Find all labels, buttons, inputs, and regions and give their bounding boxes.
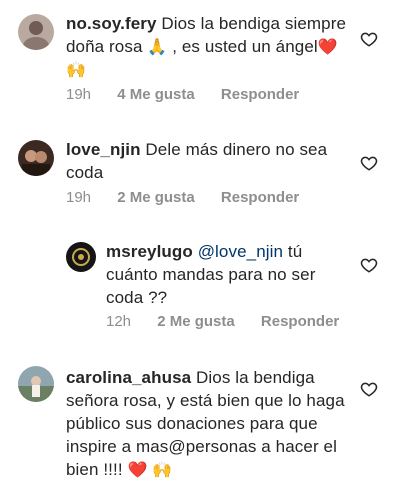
comment-meta: 19h 4 Me gusta Responder xyxy=(66,86,321,104)
reply-button[interactable]: Responder xyxy=(261,313,339,330)
avatar[interactable] xyxy=(18,140,54,176)
praying-hands-emoji-icon: 🙏 xyxy=(147,37,168,56)
reply-button[interactable]: Responder xyxy=(221,86,299,103)
heart-outline-icon[interactable] xyxy=(360,154,378,172)
raising-hands-emoji-icon: 🙌 xyxy=(66,60,87,79)
comment-meta: 12h 2 Me gusta Responder xyxy=(106,313,361,331)
comment-text: love_njin Dele más dinero no sea coda xyxy=(66,138,356,184)
comment-text: no.soy.fery Dios la bendiga siempre doña… xyxy=(66,12,356,81)
comment-text: msreylugo @love_njin tú cuánto mandas pa… xyxy=(106,240,356,309)
red-heart-emoji-icon: ❤️ xyxy=(317,37,338,56)
comment-username[interactable]: carolina_ahusa xyxy=(66,368,191,387)
avatar[interactable] xyxy=(18,14,54,50)
avatar[interactable] xyxy=(66,242,96,272)
heart-outline-icon[interactable] xyxy=(360,30,378,48)
comment-text: carolina_ahusa Dios la bendiga señora ro… xyxy=(66,366,361,481)
heart-outline-icon[interactable] xyxy=(360,256,378,274)
comment-time: 19h xyxy=(66,189,92,206)
comment-username[interactable]: love_njin xyxy=(66,140,141,159)
raising-hands-emoji-icon: 🙌 xyxy=(152,460,173,479)
comment-meta: 19h 2 Me gusta Responder xyxy=(66,189,321,207)
red-heart-emoji-icon: ❤️ xyxy=(127,460,148,479)
avatar[interactable] xyxy=(18,366,54,402)
comment-time: 19h xyxy=(66,86,92,103)
comment-likes[interactable]: 2 Me gusta xyxy=(117,189,195,206)
mention-link[interactable]: @love_njin xyxy=(198,242,283,261)
comment-likes[interactable]: 2 Me gusta xyxy=(157,313,235,330)
comment-body-continued: , es usted un ángel xyxy=(167,37,318,56)
comment-username[interactable]: msreylugo xyxy=(106,242,193,261)
comment-time: 12h xyxy=(106,313,132,330)
reply-button[interactable]: Responder xyxy=(221,189,299,206)
comment-likes[interactable]: 4 Me gusta xyxy=(117,86,195,103)
comment-username[interactable]: no.soy.fery xyxy=(66,14,157,33)
heart-outline-icon[interactable] xyxy=(360,380,378,398)
